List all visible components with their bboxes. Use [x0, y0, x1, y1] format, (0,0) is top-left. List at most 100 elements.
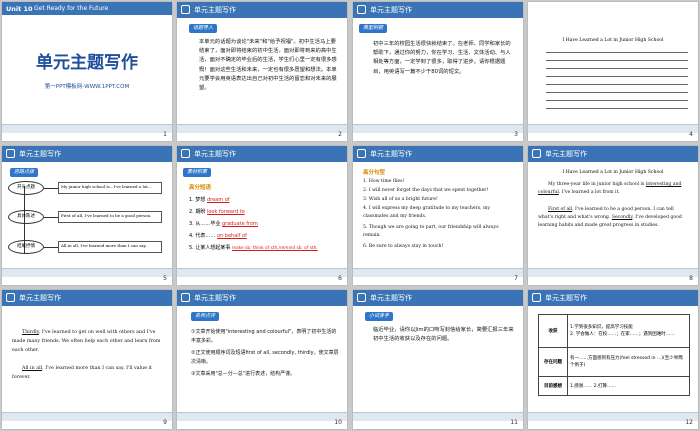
slide-thumb-12[interactable]: 单元主题写作 收获 1.学到很多知识，提高学习技能 2. 学会做人：在校……；在… [528, 290, 698, 429]
slide-thumb-10[interactable]: 单元主题写作 名师点评 ①文章开始使用"interesting and colo… [177, 290, 347, 429]
header-title: 单元主题写作 [370, 294, 412, 302]
table-cell: 有一……方面感到有压力(feel stressed in ...)(至少举两个例… [567, 347, 690, 377]
slide-header: 单元主题写作 [353, 2, 523, 18]
arrow-line [44, 188, 58, 189]
slide-thumb-6[interactable]: 单元主题写作 素材积累 高分短语 1. 梦想 dream of 2. 期盼 lo… [177, 146, 347, 285]
header-icon [357, 5, 366, 14]
slide-thumb-4[interactable]: I Have Learned a Lot in Junior High Scho… [528, 2, 698, 141]
essay-paragraph-2: First of all, I've learned to be a good … [538, 207, 682, 228]
header-title: 单元主题写作 [194, 294, 236, 302]
header-icon [181, 293, 190, 302]
example-task-text: 初中三年的校园生活很快就结束了。在老师、同学和家长的帮助下，通过你的努力，你在学… [373, 41, 511, 75]
bottom-bar [353, 268, 523, 277]
header-icon [181, 149, 190, 158]
writing-line [546, 68, 688, 69]
slide-number: 10 [334, 419, 342, 426]
writing-line [546, 108, 688, 109]
plan-table: 收获 1.学到很多知识，提高学习技能 2. 学会做人：在校……；在家……；遇到困… [538, 314, 690, 396]
writing-line [546, 60, 688, 61]
slide-header: 单元主题写作 [2, 146, 172, 162]
header-icon [532, 293, 541, 302]
essay-title: I Have Learned a Lot in Junior High Scho… [562, 38, 664, 43]
phrase-item: 4. 代表…… on behalf of [189, 233, 247, 239]
example-tag: 典型例题 [359, 24, 388, 33]
slide-header: 单元主题写作 [177, 2, 347, 18]
header-title: 单元主题写作 [194, 6, 236, 14]
header-icon [532, 149, 541, 158]
writing-line [546, 100, 688, 101]
header-title: 单元主题写作 [545, 294, 587, 302]
slide-thumb-1[interactable]: Unit 10 Get Ready for the Future 单元主题写作 … [2, 2, 172, 141]
bottom-bar [353, 412, 523, 421]
writing-line [546, 76, 688, 77]
sentence-item: 2. I will never forget the days that we … [363, 188, 489, 193]
slide-number: 4 [689, 131, 693, 138]
sentence-item: 4. I will express my deep gratitude to m… [363, 206, 491, 219]
sentence-item: 5. Though we are going to part, our frie… [363, 225, 499, 238]
header-icon [181, 5, 190, 14]
slide-number: 1 [163, 131, 167, 138]
outline-box-closing: All in all, I've learned more than I can… [58, 241, 162, 253]
slide-thumb-5[interactable]: 单元主题写作 思路点拨 开头点题 具体陈述 结尾抒情 My junior hig… [2, 146, 172, 285]
slide-thumb-8[interactable]: 单元主题写作 I Have Learned a Lot in Junior Hi… [528, 146, 698, 285]
slide-number: 7 [514, 275, 518, 282]
outline-box-body: First of all, I've learned to be a good … [58, 211, 162, 223]
phrase-item: 3. 从……毕业 graduate from [189, 221, 258, 227]
bottom-bar [528, 268, 698, 277]
slide-header: 单元主题写作 [353, 146, 523, 162]
bottom-bar [2, 268, 172, 277]
slide-thumb-3[interactable]: 单元主题写作 典型例题 初中三年的校园生活很快就结束了。在老师、同学和家长的帮助… [353, 2, 523, 141]
slide-header: 单元主题写作 [528, 146, 698, 162]
label-opening: 开头点题 [8, 181, 44, 195]
topic-tag: 话题导入 [189, 24, 218, 33]
table-header-cell: 目前感想 [538, 376, 568, 396]
arrow-line [44, 217, 58, 218]
slide-thumb-11[interactable]: 单元主题写作 小试身手 临近毕业，请你以Jim的口吻写封信给家长，简要汇报三年来… [353, 290, 523, 429]
slide-number: 9 [163, 419, 167, 426]
outline-box-opening: My junior high school is...I've learned … [58, 182, 162, 194]
header-title: 单元主题写作 [370, 6, 412, 14]
slide-number: 11 [510, 419, 518, 426]
slide-header: 单元主题写作 [353, 290, 523, 306]
essay-paragraph-3: Thirdly, I've learned to get on well wit… [12, 330, 161, 353]
label-closing: 结尾抒情 [8, 240, 44, 254]
review-item: ①文章开始使用"interesting and colourful"，表明了初中… [191, 329, 337, 344]
bottom-bar [528, 412, 698, 421]
label-body: 具体陈述 [8, 210, 44, 224]
writing-line [546, 84, 688, 85]
header-icon [357, 293, 366, 302]
sentence-item: 6. Be sure to always stay in touch! [363, 244, 444, 249]
sentence-item: 3. Wish all of us a bright future! [363, 197, 438, 202]
table-header-cell: 存在问题 [538, 347, 568, 377]
slide-header: 单元主题写作 [177, 290, 347, 306]
slide-number: 12 [685, 419, 693, 426]
header-title: 单元主题写作 [194, 150, 236, 158]
section-heading: 高分句型 [363, 170, 386, 176]
bottom-bar [353, 124, 523, 133]
header-title: 单元主题写作 [19, 294, 61, 302]
header-icon [6, 293, 15, 302]
slide-header: 单元主题写作 [2, 290, 172, 306]
unit-label: Unit 10 [6, 5, 33, 13]
header-title: 单元主题写作 [545, 150, 587, 158]
phrase-item: 1. 梦想 dream of [189, 197, 230, 203]
table-row: 存在问题 有一……方面感到有压力(feel stressed in ...)(至… [538, 347, 690, 377]
slide-thumb-7[interactable]: 单元主题写作 高分句型 1. How time flies! 2. I will… [353, 146, 523, 285]
slide-number: 6 [338, 275, 342, 282]
slide-thumb-9[interactable]: 单元主题写作 Thirdly, I've learned to get on w… [2, 290, 172, 429]
slide-header: 单元主题写作 [528, 290, 698, 306]
header-icon [357, 149, 366, 158]
header-icon [6, 149, 15, 158]
writing-line [546, 52, 688, 53]
practice-tag: 小试身手 [365, 312, 394, 321]
practice-task-text: 临近毕业，请你以Jim的口吻写封信给家长，简要汇报三年来初中生活的收获以及存在的… [373, 327, 514, 343]
bottom-bar [177, 124, 347, 133]
phrase-item: 5. 让某人想起某事 make sb. think of sth./remind… [189, 245, 318, 251]
slide-main-title: 单元主题写作 [36, 53, 138, 73]
review-tag: 名师点评 [191, 312, 220, 321]
unit-subtitle: Get Ready for the Future [34, 5, 109, 12]
table-row: 目前感想 1.感谢…… 2.打算…… [538, 376, 690, 396]
slide-footer-text: 第一PPT模板网-WWW.1PPT.COM [44, 84, 130, 90]
slide-thumb-2[interactable]: 单元主题写作 话题导入 本单元的话题为谈论"未来"和"给予祝福"。初中生活马上要… [177, 2, 347, 141]
section-heading: 高分短语 [189, 185, 212, 191]
